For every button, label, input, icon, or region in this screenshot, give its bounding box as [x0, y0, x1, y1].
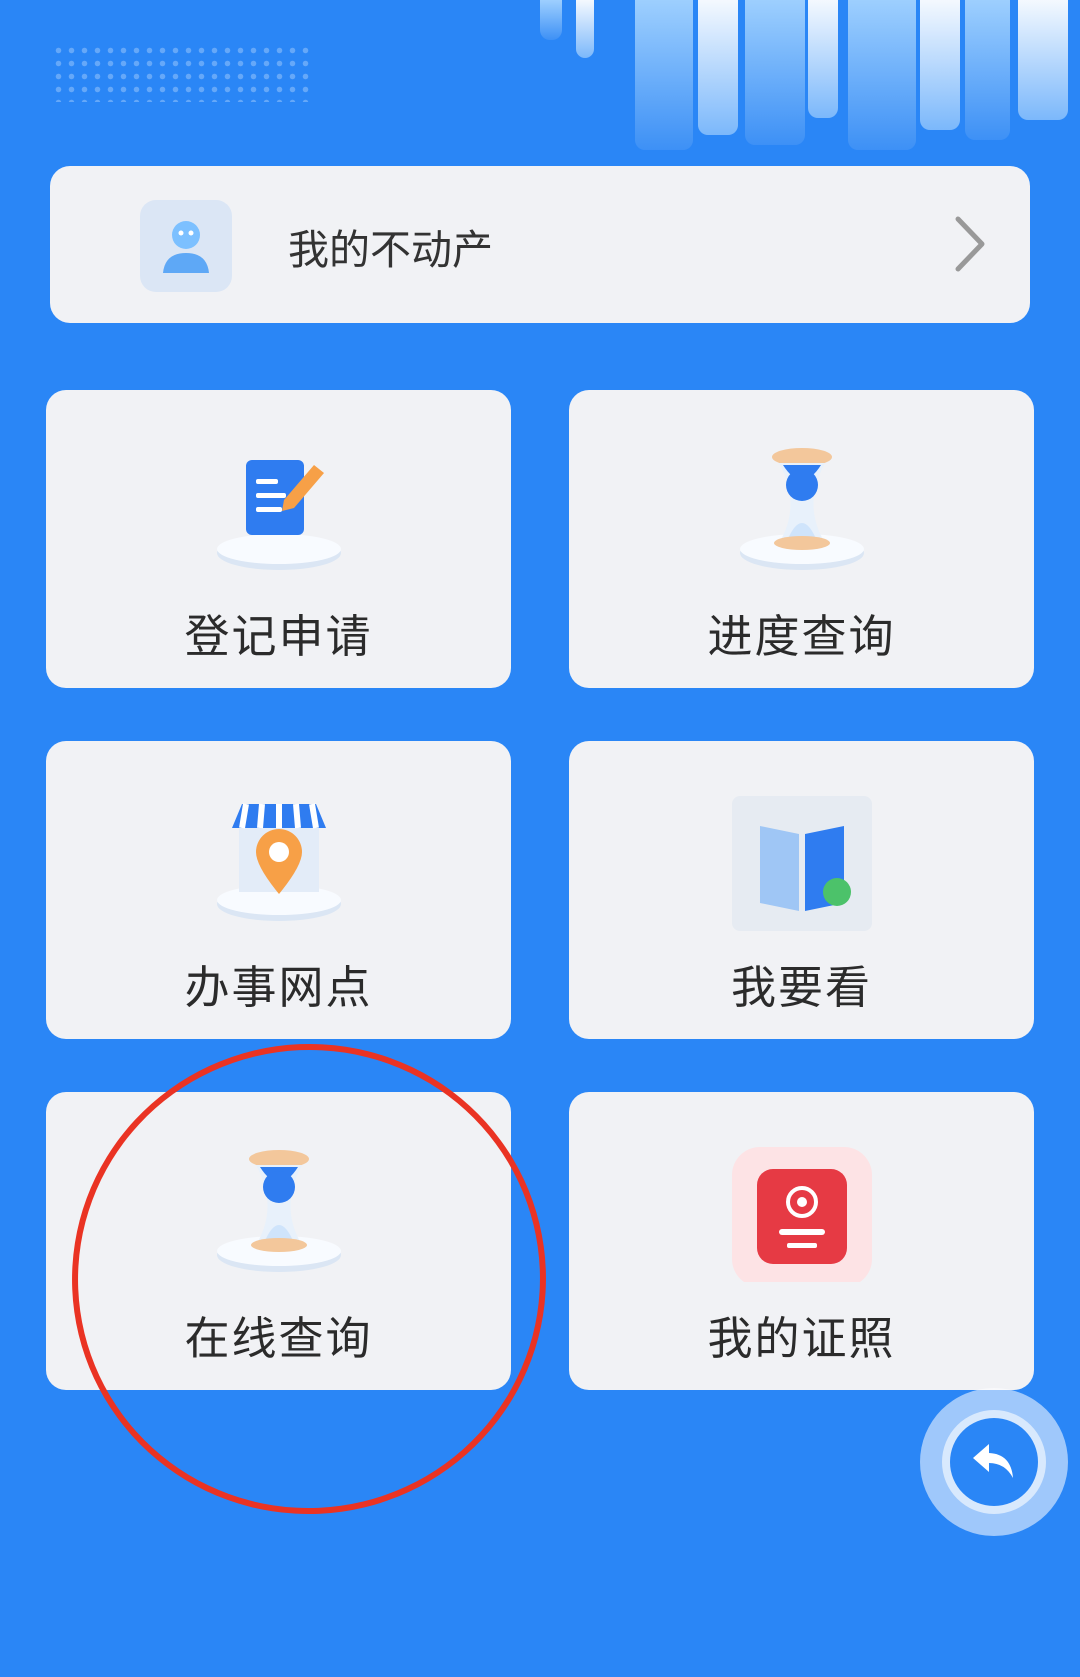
service-label: 登记申请: [184, 610, 373, 663]
city-skyline-decoration: [540, 0, 1080, 165]
user-avatar-icon: [140, 200, 232, 292]
service-label: 进度查询: [707, 610, 896, 663]
service-registration-apply[interactable]: 登记申请: [46, 390, 511, 688]
service-label: 我的证照: [707, 1312, 896, 1365]
back-arrow-icon: [973, 1444, 1013, 1478]
chevron-right-icon: [955, 216, 985, 272]
hourglass-icon: [739, 448, 864, 570]
my-property-card[interactable]: 我的不动产: [50, 166, 1030, 323]
service-label: 办事网点: [184, 961, 373, 1014]
service-label: 我要看: [730, 961, 872, 1014]
service-progress-query[interactable]: 进度查询: [569, 390, 1034, 688]
service-my-certificates[interactable]: 我的证照: [569, 1092, 1034, 1390]
service-i-want-to-see[interactable]: 我要看: [569, 741, 1034, 1039]
book-icon: [731, 796, 872, 931]
my-property-label: 我的不动产: [288, 226, 493, 274]
back-button[interactable]: [920, 1388, 1068, 1536]
service-office-locations[interactable]: 办事网点: [46, 741, 511, 1039]
store-location-icon: [216, 803, 341, 921]
document-edit-icon: [216, 460, 341, 570]
certificate-icon: [731, 1147, 872, 1282]
dot-pattern-decoration: [52, 44, 312, 102]
